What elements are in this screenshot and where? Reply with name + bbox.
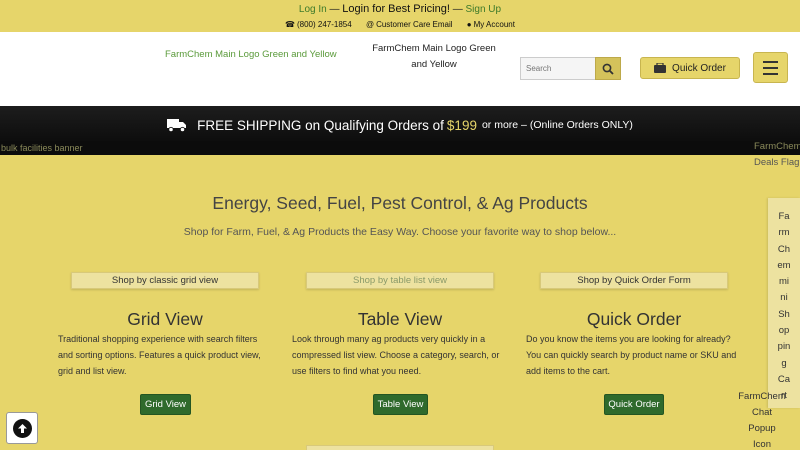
- quick-order-button[interactable]: Quick Order: [640, 57, 740, 79]
- top-bar: Log In — Login for Best Pricing! — Sign …: [0, 0, 800, 32]
- phone-link[interactable]: ☎ (800) 247-1854: [285, 20, 354, 29]
- bulk-facilities-banner[interactable]: [0, 141, 800, 155]
- shipping-text: FREE SHIPPING on Qualifying Orders of: [197, 117, 444, 133]
- email-link[interactable]: @ Customer Care Email: [366, 20, 455, 29]
- grid-view-button[interactable]: Grid View: [140, 394, 191, 415]
- at-icon: @: [365, 20, 375, 29]
- login-link[interactable]: Log In: [299, 4, 327, 15]
- tab-quick-order[interactable]: Shop by Quick Order Form: [540, 272, 728, 289]
- separator: —: [329, 4, 340, 15]
- user-icon: ●: [466, 20, 472, 29]
- bulk-banner-alt: bulk facilities banner: [1, 143, 83, 153]
- grid-view-title: Grid View: [127, 309, 203, 329]
- table-view-title: Table View: [357, 309, 443, 329]
- menu-icon: [763, 60, 778, 63]
- truck-icon: [167, 119, 187, 132]
- scroll-to-top-button[interactable]: [6, 412, 38, 444]
- separator: —: [452, 4, 463, 15]
- quick-order-description: Do you know the items you are looking fo…: [526, 334, 737, 376]
- site-header: FarmChem Main Logo Green and Yellow Farm…: [0, 32, 800, 106]
- search-button[interactable]: [595, 57, 621, 80]
- arrow-up-icon: [12, 418, 32, 438]
- table-view-description: Look through many ag products very quick…: [292, 334, 500, 376]
- mini-cart-alt: FarmChem mini Shopping Cart: [777, 211, 791, 402]
- quick-order-form-button[interactable]: Quick Order: [604, 394, 664, 415]
- login-strip: Log In — Login for Best Pricing! — Sign …: [0, 3, 800, 15]
- deals-flag[interactable]: FarmChem Deals Flag: [754, 139, 800, 171]
- chat-popup-icon[interactable]: FarmChem Chat Popup Icon: [738, 389, 786, 450]
- hamburger-menu-button[interactable]: [753, 52, 788, 83]
- shipping-threshold: $199: [446, 117, 477, 133]
- contact-strip: ☎ (800) 247-1854 @ Customer Care Email ● My…: [0, 20, 800, 29]
- page-heading: Energy, Seed, Fuel, Pest Control, & Ag P…: [212, 193, 588, 213]
- login-cta: Login for Best Pricing!: [342, 3, 450, 15]
- logo-broken-center[interactable]: FarmChem Main Logo Green and Yellow: [368, 41, 500, 73]
- next-section-tab[interactable]: [306, 445, 494, 450]
- logo-broken-left[interactable]: FarmChem Main Logo Green and Yellow: [165, 49, 337, 60]
- free-shipping-banner: FREE SHIPPING on Qualifying Orders of $1…: [0, 106, 800, 144]
- signup-link[interactable]: Sign Up: [465, 4, 501, 15]
- search-input[interactable]: [520, 57, 596, 80]
- shipping-suffix: or more – (Online Orders ONLY): [481, 119, 633, 131]
- page-subheading: Shop for Farm, Fuel, & Ag Products the E…: [183, 226, 617, 238]
- table-view-button[interactable]: Table View: [373, 394, 428, 415]
- tab-table-view[interactable]: Shop by table list view: [306, 272, 494, 289]
- grid-view-description: Traditional shopping experience with sea…: [58, 334, 261, 376]
- tab-grid-view[interactable]: Shop by classic grid view: [71, 272, 259, 289]
- cart-icon: [654, 63, 667, 73]
- phone-icon: ☎: [285, 20, 295, 29]
- quick-order-title: Quick Order: [586, 309, 682, 329]
- account-link[interactable]: ● My Account: [467, 20, 515, 29]
- mini-shopping-cart-tab[interactable]: FarmChem mini Shopping Cart: [768, 198, 800, 408]
- search-icon: [602, 63, 614, 75]
